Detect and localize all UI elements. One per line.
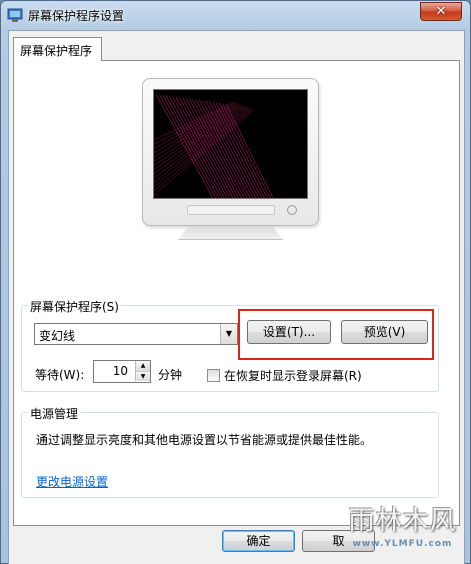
watermark-url: www.YLMFU.com	[352, 539, 453, 549]
chevron-down-icon[interactable]: ▼	[220, 324, 237, 344]
monitor-power-icon	[287, 205, 297, 215]
close-button[interactable]: ✕	[420, 2, 462, 21]
wait-stepper[interactable]: 10 ▲ ▼	[93, 360, 151, 383]
screensaver-select[interactable]: 变幻线 ▼	[34, 323, 238, 345]
watermark-logo: 雨林木风 www.YLMFU.com	[336, 496, 469, 562]
dialog-window: 屏幕保护程序设置 ✕ 屏幕保护程序 屏幕保护程序(S) 变幻线 ▼ 设置(T).…	[0, 0, 471, 564]
title-bar[interactable]: 屏幕保护程序设置 ✕	[1, 1, 470, 29]
monitor-preview	[142, 78, 319, 226]
change-power-settings-link[interactable]: 更改电源设置	[36, 473, 108, 490]
watermark-text: 雨林木风	[348, 506, 457, 536]
tab-label: 屏幕保护程序	[20, 44, 93, 58]
power-group-label: 电源管理	[28, 405, 81, 422]
spin-up-icon[interactable]: ▲	[135, 361, 150, 371]
spin-down-icon[interactable]: ▼	[135, 371, 150, 381]
resume-login-label[interactable]: 在恢复时显示登录屏幕(R)	[224, 367, 362, 384]
preview-screen	[153, 89, 308, 199]
screensaver-select-value: 变幻线	[39, 329, 76, 343]
close-icon: ✕	[435, 4, 447, 19]
tab-screensaver[interactable]: 屏幕保护程序	[13, 37, 102, 61]
power-description: 通过调整显示亮度和其他电源设置以节省能源或提供最佳性能。	[36, 433, 373, 447]
minutes-label: 分钟	[158, 368, 183, 382]
window-title: 屏幕保护程序设置	[28, 9, 125, 23]
wait-value: 10	[112, 364, 128, 378]
screensaver-preview-image	[154, 93, 274, 198]
wait-label: 等待(W):	[35, 368, 85, 382]
resume-login-checkbox[interactable]	[207, 369, 220, 382]
display-settings-icon	[7, 8, 23, 22]
monitor-bezel-bar	[187, 205, 275, 215]
monitor-stand	[178, 226, 283, 240]
screensaver-group-label: 屏幕保护程序(S)	[28, 298, 121, 315]
highlight-box	[238, 309, 434, 360]
ok-button[interactable]: 确定	[222, 530, 295, 552]
